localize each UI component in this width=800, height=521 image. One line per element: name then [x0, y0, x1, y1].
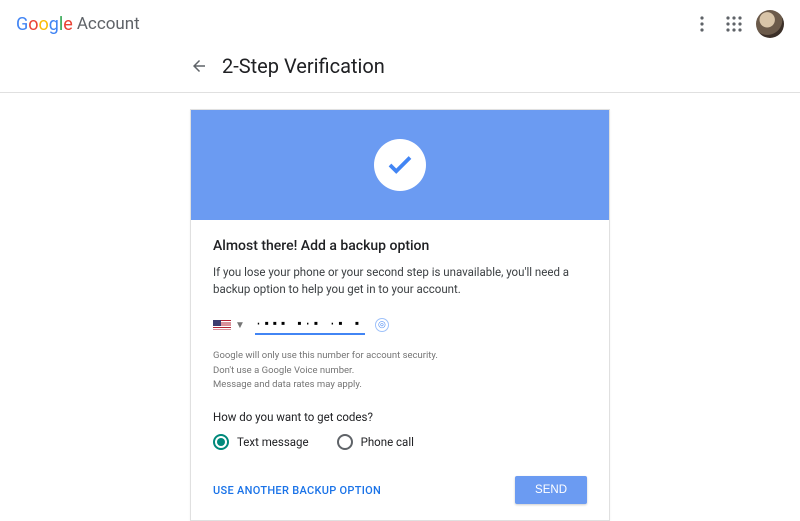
- disclaimer-line: Google will only use this number for acc…: [213, 349, 587, 363]
- codes-question: How do you want to get codes?: [213, 410, 587, 424]
- flag-us-icon: [213, 320, 231, 331]
- google-logo: Google Account: [16, 14, 140, 35]
- delivery-method-radios: Text message Phone call: [213, 434, 587, 450]
- send-button[interactable]: SEND: [515, 476, 587, 504]
- avatar[interactable]: [756, 10, 784, 38]
- disclaimer-line: Don't use a Google Voice number.: [213, 364, 587, 378]
- radio-label: Text message: [237, 435, 309, 449]
- card-description: If you lose your phone or your second st…: [213, 264, 587, 297]
- product-name: Account: [77, 14, 140, 34]
- back-arrow-icon[interactable]: [190, 57, 208, 75]
- phone-row: ▼ ◎: [213, 315, 587, 335]
- page-titlebar: 2-Step Verification: [0, 48, 800, 92]
- page-title: 2-Step Verification: [222, 54, 385, 78]
- radio-icon: [213, 434, 229, 450]
- phone-disclaimer: Google will only use this number for acc…: [213, 349, 587, 392]
- apps-icon[interactable]: [724, 14, 744, 34]
- divider: [0, 92, 800, 93]
- card-actions: USE ANOTHER BACKUP OPTION SEND: [213, 476, 587, 504]
- hero-check-circle: [374, 139, 426, 191]
- use-another-backup-link[interactable]: USE ANOTHER BACKUP OPTION: [213, 484, 381, 497]
- hero-banner: [191, 110, 609, 220]
- contacts-picker-icon[interactable]: ◎: [375, 318, 389, 332]
- card-heading: Almost there! Add a backup option: [213, 238, 587, 254]
- radio-label: Phone call: [361, 435, 414, 449]
- chevron-down-icon: ▼: [235, 320, 245, 331]
- app-header: Google Account: [0, 0, 800, 48]
- setup-card: Almost there! Add a backup option If you…: [190, 109, 610, 521]
- more-icon[interactable]: [692, 14, 712, 34]
- radio-text-message[interactable]: Text message: [213, 434, 309, 450]
- radio-icon: [337, 434, 353, 450]
- phone-input[interactable]: [255, 315, 365, 335]
- country-selector[interactable]: ▼: [213, 320, 245, 331]
- checkmark-icon: [385, 150, 415, 180]
- radio-phone-call[interactable]: Phone call: [337, 434, 414, 450]
- disclaimer-line: Message and data rates may apply.: [213, 378, 587, 392]
